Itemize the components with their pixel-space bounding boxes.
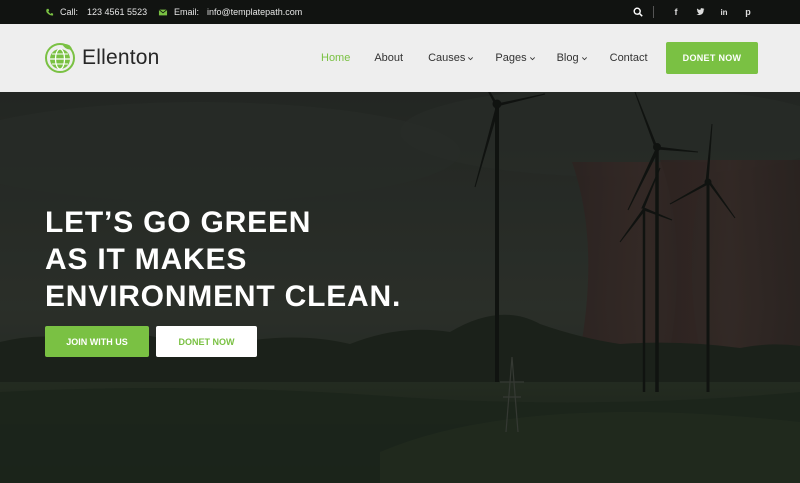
nav-label: Pages xyxy=(495,52,527,64)
nav-menu: Home About Causes Pages Blog Contact xyxy=(321,24,648,92)
headline-line-3: ENVIRONMENT CLEAN. xyxy=(45,280,402,313)
donate-button[interactable]: DONET NOW xyxy=(666,42,758,74)
hero-headline: LET’S GO GREEN AS IT MAKES ENVIRONMENT C… xyxy=(45,204,401,315)
join-with-us-button[interactable]: JOIN WITH US xyxy=(45,326,149,357)
nav-item-pages[interactable]: Pages xyxy=(495,52,535,64)
nav-label: Home xyxy=(321,52,351,64)
envelope-icon xyxy=(158,8,168,15)
pinterest-icon[interactable]: p xyxy=(736,7,760,17)
nav-item-about[interactable]: About xyxy=(374,52,403,64)
nav-label: Blog xyxy=(556,52,579,64)
top-bar: Call: 123 4561 5523 Email: info@template… xyxy=(0,0,800,24)
twitter-icon[interactable] xyxy=(688,7,712,18)
hero-section: LET’S GO GREEN AS IT MAKES ENVIRONMENT C… xyxy=(0,92,800,483)
nav-item-contact[interactable]: Contact xyxy=(610,52,648,64)
hero-donate-button[interactable]: DONET NOW xyxy=(156,326,257,357)
linkedin-icon[interactable]: in xyxy=(712,8,736,17)
search-icon[interactable] xyxy=(633,7,643,17)
nav-item-causes[interactable]: Causes xyxy=(428,52,474,64)
email-address[interactable]: info@templatepath.com xyxy=(207,7,302,17)
email-label: Email: xyxy=(174,7,200,17)
call-label: Call: xyxy=(60,7,79,17)
brand-logo[interactable]: Ellenton xyxy=(44,42,160,74)
phone-icon xyxy=(46,8,54,15)
nav-item-home[interactable]: Home xyxy=(321,52,350,64)
headline-line-1: LET’S GO GREEN xyxy=(45,206,312,239)
topbar-actions: f in p xyxy=(633,0,760,24)
chevron-down-icon xyxy=(468,56,474,60)
nav-label: Causes xyxy=(428,52,466,64)
brand-name: Ellenton xyxy=(82,46,160,69)
chevron-down-icon xyxy=(529,56,535,60)
headline-line-2: AS IT MAKES xyxy=(45,243,248,276)
nav-label: Contact xyxy=(609,52,648,64)
facebook-icon[interactable]: f xyxy=(664,7,688,17)
call-info: Call: 123 4561 5523 xyxy=(45,0,147,24)
chevron-down-icon xyxy=(581,56,587,60)
nav-label: About xyxy=(374,52,404,64)
call-number[interactable]: 123 4561 5523 xyxy=(87,7,147,17)
main-navigation: Ellenton Home About Causes Pages Blog Co… xyxy=(0,24,800,92)
email-info: Email: info@templatepath.com xyxy=(158,0,302,24)
globe-leaf-icon xyxy=(45,43,75,73)
nav-item-blog[interactable]: Blog xyxy=(557,52,588,64)
topbar-divider xyxy=(653,6,654,18)
